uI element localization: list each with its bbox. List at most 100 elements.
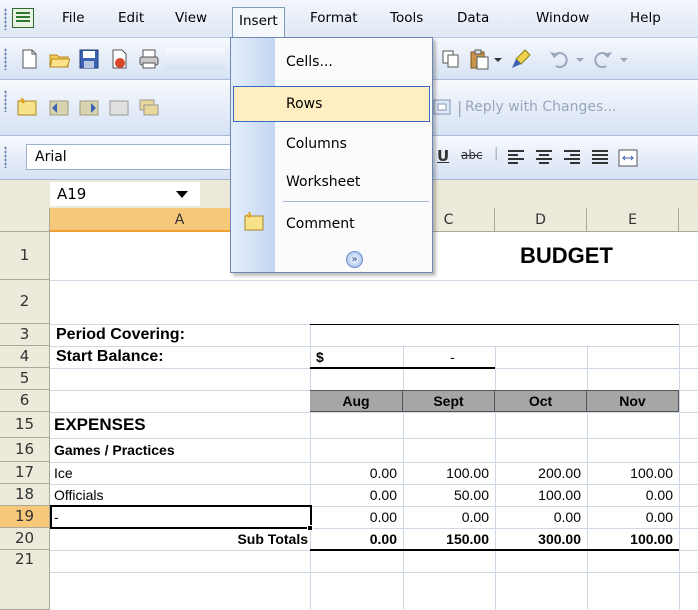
menu-item-comment[interactable]: Comment bbox=[233, 206, 430, 242]
redo-icon[interactable] bbox=[592, 48, 614, 70]
row-header-18[interactable]: 18 bbox=[0, 484, 50, 506]
subtotal-value[interactable]: 0.00 bbox=[310, 528, 403, 550]
subtotal-border bbox=[310, 549, 679, 551]
toolbar-grip[interactable] bbox=[4, 90, 7, 112]
expense-value[interactable]: 100.00 bbox=[587, 462, 679, 484]
save-icon[interactable] bbox=[78, 48, 100, 70]
paste-icon[interactable] bbox=[468, 48, 490, 70]
menu-window[interactable]: Window bbox=[536, 10, 589, 26]
selected-cell-a19[interactable] bbox=[50, 505, 312, 529]
row-header-3[interactable]: 3 bbox=[0, 324, 50, 346]
menu-view[interactable]: View bbox=[175, 10, 207, 26]
month-header-sept[interactable]: Sept bbox=[403, 390, 495, 412]
row-header-20[interactable]: 20 bbox=[0, 528, 50, 550]
merge-and-center-icon[interactable] bbox=[617, 147, 639, 169]
expenses-heading[interactable]: EXPENSES bbox=[54, 412, 146, 438]
menu-tools[interactable]: Tools bbox=[390, 10, 423, 26]
subtotal-value[interactable]: 150.00 bbox=[403, 528, 495, 550]
font-name-box[interactable]: Arial bbox=[26, 144, 232, 170]
period-underline bbox=[310, 324, 679, 325]
copy-icon[interactable] bbox=[440, 48, 462, 70]
previous-comment-icon[interactable] bbox=[48, 96, 70, 118]
start-balance-label[interactable]: Start Balance: bbox=[56, 346, 164, 368]
excel-app-icon[interactable] bbox=[12, 8, 34, 28]
menu-data[interactable]: Data bbox=[457, 10, 489, 26]
show-all-comments-icon[interactable] bbox=[138, 96, 160, 118]
open-folder-icon[interactable] bbox=[48, 48, 71, 70]
justify-icon[interactable] bbox=[589, 147, 611, 169]
column-header-d[interactable]: D bbox=[495, 208, 587, 232]
permission-icon[interactable] bbox=[108, 48, 130, 70]
row-header-16[interactable]: 16 bbox=[0, 438, 50, 462]
expense-value[interactable]: 0.00 bbox=[403, 506, 495, 528]
align-center-icon[interactable] bbox=[533, 147, 555, 169]
expense-value[interactable]: 100.00 bbox=[403, 462, 495, 484]
row-header-15[interactable]: 15 bbox=[0, 412, 50, 438]
period-covering-label[interactable]: Period Covering: bbox=[56, 324, 185, 346]
align-right-icon[interactable] bbox=[561, 147, 583, 169]
strikethrough-button[interactable]: abc bbox=[461, 148, 483, 162]
redo-dropdown-icon[interactable] bbox=[618, 48, 630, 70]
expense-value[interactable]: 0.00 bbox=[587, 484, 679, 506]
expense-value[interactable]: 0.00 bbox=[587, 506, 679, 528]
expense-value[interactable]: 0.00 bbox=[310, 506, 403, 528]
menu-edit[interactable]: Edit bbox=[118, 10, 144, 26]
expense-value[interactable]: 0.00 bbox=[495, 506, 587, 528]
toolbar-grip[interactable] bbox=[4, 8, 7, 30]
row-header-21[interactable]: 21 bbox=[0, 550, 50, 610]
underline-button[interactable]: U bbox=[437, 147, 449, 165]
row-header-17[interactable]: 17 bbox=[0, 462, 50, 484]
chevron-down-icon[interactable] bbox=[176, 191, 188, 198]
subtotal-value[interactable]: 100.00 bbox=[587, 528, 679, 550]
row-header-5[interactable]: 5 bbox=[0, 368, 50, 390]
menu-format[interactable]: Format bbox=[310, 10, 358, 26]
month-header-aug[interactable]: Aug bbox=[310, 390, 403, 412]
menu-insert[interactable]: Insert bbox=[232, 7, 285, 37]
subtotal-value[interactable]: 300.00 bbox=[495, 528, 587, 550]
toolbar-grip[interactable] bbox=[4, 146, 7, 168]
budget-title[interactable]: BUDGET bbox=[520, 232, 613, 280]
expense-value[interactable]: 100.00 bbox=[495, 484, 587, 506]
show-comment-icon[interactable] bbox=[108, 96, 130, 118]
select-all-corner[interactable] bbox=[0, 208, 50, 232]
currency-symbol[interactable]: $ bbox=[316, 346, 324, 368]
menu-item-worksheet[interactable]: Worksheet bbox=[233, 164, 430, 200]
expense-value[interactable]: 0.00 bbox=[310, 484, 403, 506]
send-document-icon[interactable] bbox=[432, 96, 454, 118]
expense-label[interactable]: Officials bbox=[54, 484, 104, 506]
column-header-f[interactable] bbox=[679, 208, 698, 232]
menu-item-cells[interactable]: Cells... bbox=[233, 44, 430, 80]
menu-help[interactable]: Help bbox=[630, 10, 661, 26]
align-left-icon[interactable] bbox=[505, 147, 527, 169]
expense-label[interactable]: Ice bbox=[54, 462, 73, 484]
reply-with-changes-button[interactable]: Reply with Changes... bbox=[465, 99, 617, 115]
expense-value[interactable]: 200.00 bbox=[495, 462, 587, 484]
expense-value[interactable]: 0.00 bbox=[310, 462, 403, 484]
expense-value[interactable]: 50.00 bbox=[403, 484, 495, 506]
games-practices-heading[interactable]: Games / Practices bbox=[54, 438, 175, 462]
expand-menu-icon[interactable]: » bbox=[346, 251, 363, 268]
print-icon[interactable] bbox=[138, 48, 160, 70]
menu-separator bbox=[283, 201, 429, 202]
toolbar-grip[interactable] bbox=[4, 48, 7, 70]
paste-dropdown-icon[interactable] bbox=[492, 48, 504, 70]
undo-icon[interactable] bbox=[548, 48, 570, 70]
new-comment-icon[interactable] bbox=[16, 96, 38, 118]
sub-totals-label[interactable]: Sub Totals bbox=[50, 528, 308, 550]
month-header-oct[interactable]: Oct bbox=[495, 390, 587, 412]
column-header-e[interactable]: E bbox=[587, 208, 679, 232]
format-painter-icon[interactable] bbox=[510, 48, 532, 70]
row-header-4[interactable]: 4 bbox=[0, 346, 50, 368]
undo-dropdown-icon[interactable] bbox=[574, 48, 586, 70]
start-balance-value[interactable]: - bbox=[450, 346, 455, 368]
new-document-icon[interactable] bbox=[18, 48, 40, 70]
month-header-nov[interactable]: Nov bbox=[587, 390, 679, 412]
row-header-6[interactable]: 6 bbox=[0, 390, 50, 412]
row-header-2[interactable]: 2 bbox=[0, 280, 50, 324]
next-comment-icon[interactable] bbox=[78, 96, 100, 118]
row-header-1[interactable]: 1 bbox=[0, 232, 50, 280]
menu-item-columns[interactable]: Columns bbox=[233, 126, 430, 162]
menu-item-rows[interactable]: Rows bbox=[233, 86, 430, 122]
menu-file[interactable]: File bbox=[62, 10, 85, 26]
row-header-19[interactable]: 19 bbox=[0, 506, 50, 528]
